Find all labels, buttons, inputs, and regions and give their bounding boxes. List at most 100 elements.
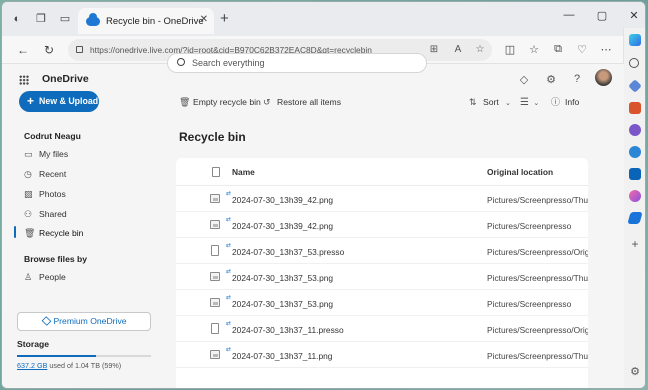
onedrive-cloud-icon (86, 12, 100, 26)
tab-bar: ◐ ❐ ▭ Recycle bin - OneDrive ✕ + — ▢ ✕ (2, 2, 645, 36)
info-button[interactable]: ⓘ Info (551, 95, 579, 109)
app-launcher-icon[interactable] (19, 75, 29, 85)
browse-section-title: Browse files by (24, 254, 88, 264)
storage-title: Storage (17, 339, 49, 349)
sort-label: Sort (483, 97, 499, 107)
search-input[interactable]: Search everything (167, 53, 427, 73)
sync-status-icon: ⇄ (226, 295, 232, 301)
view-options-button[interactable]: ☰ ⌄ (520, 95, 539, 109)
workspaces-icon[interactable]: ❐ (34, 12, 48, 26)
table-row[interactable]: ⇄ 2024-07-30_13h37_53.png Pictures/Screenp… (176, 290, 588, 316)
refresh-icon[interactable]: ↻ (42, 43, 56, 57)
new-upload-button[interactable]: + New & Upload (19, 91, 99, 112)
sidebar-item-label: Recent (39, 169, 67, 179)
list-view-icon: ☰ (520, 97, 529, 108)
sidebar-item-people[interactable]: ♙ People (24, 269, 154, 285)
read-aloud-icon[interactable]: A (452, 44, 464, 55)
original-location: Pictures/Screenpresso/Origin (487, 247, 588, 257)
tab-actions-icon[interactable]: ▭ (58, 12, 72, 26)
drop-icon[interactable] (627, 212, 643, 224)
close-window-button[interactable]: ✕ (624, 9, 644, 22)
file-name: 2024-07-30_13h37_53.png (232, 273, 334, 283)
premium-diamond-icon[interactable]: ◇ (517, 73, 531, 86)
active-indicator (14, 226, 16, 238)
clock-icon: ◷ (24, 169, 32, 179)
user-name: Codrut Neagu (24, 131, 81, 141)
column-header-location[interactable]: Original location (487, 167, 553, 177)
sidebar-item-my-files[interactable]: ▭ My files (24, 146, 154, 162)
storage-progress-bar (17, 355, 151, 357)
table-row[interactable]: ⇄ 2024-07-30_13h37_11.png Pictures/Screenp… (176, 342, 588, 368)
file-name: 2024-07-30_13h37_11.png (232, 351, 333, 361)
sidebar-item-photos[interactable]: ▨ Photos (24, 186, 154, 202)
new-upload-label: New & Upload (39, 96, 99, 106)
restore-icon: ↺ (263, 97, 271, 107)
more-options-icon[interactable]: ⋯ (599, 43, 613, 56)
sidebar-item-recent[interactable]: ◷ Recent (24, 166, 154, 182)
table-row[interactable]: ⇄ 2024-07-30_13h39_42.png Pictures/Screenp… (176, 212, 588, 238)
file-icon (211, 245, 219, 256)
collections-icon[interactable]: ⧉ (551, 43, 565, 56)
file-list: Name Original location ⇄ 2024-07-30_13h39… (176, 158, 588, 388)
games-icon[interactable] (629, 124, 641, 136)
app-available-icon[interactable]: ⊞ (428, 44, 440, 55)
table-row[interactable]: ⇄ 2024-07-30_13h37_53.presso Pictures/Scre… (176, 238, 588, 264)
close-tab-icon[interactable]: ✕ (200, 14, 208, 25)
sidebar-item-label: Shared (39, 209, 67, 219)
tab-recycle-bin[interactable]: Recycle bin - OneDrive ✕ (78, 8, 214, 34)
file-name: 2024-07-30_13h37_11.presso (232, 325, 344, 335)
original-location: Pictures/Screenpresso/Thumb (487, 273, 588, 283)
storage-used-link[interactable]: 637.2 GB (17, 361, 47, 370)
restore-all-button[interactable]: ↺ Restore all items (263, 95, 341, 109)
microsoft365-icon[interactable] (629, 146, 641, 158)
table-row[interactable]: ⇄ 2024-07-30_13h37_11.presso Pictures/Scre… (176, 316, 588, 342)
chevron-down-icon: ⌄ (505, 100, 512, 107)
favorite-star-icon[interactable]: ☆ (474, 44, 486, 55)
maximize-button[interactable]: ▢ (592, 9, 612, 22)
image-file-icon (210, 194, 220, 203)
designer-icon[interactable] (629, 190, 641, 202)
people-icon: ⚇ (24, 209, 33, 219)
table-row[interactable]: ⇄ 2024-07-30_13h39_42.png Pictures/Screenp… (176, 186, 588, 212)
image-file-icon (210, 298, 220, 307)
shopping-icon[interactable] (628, 79, 642, 93)
column-header-name[interactable]: Name (232, 167, 255, 177)
new-tab-button[interactable]: + (220, 10, 229, 27)
copilot-icon[interactable] (629, 34, 641, 46)
sync-status-icon: ⇄ (226, 347, 232, 353)
file-type-icon (212, 167, 220, 177)
sort-button[interactable]: ⇅ Sort ⌄ (469, 95, 511, 109)
restore-all-label: Restore all items (277, 97, 341, 107)
table-row[interactable]: ⇄ 2024-07-30_13h37_53.png Pictures/Screenp… (176, 264, 588, 290)
back-icon[interactable]: ← (16, 43, 30, 57)
sidebar-item-label: People (39, 272, 66, 282)
minimize-button[interactable]: — (559, 9, 579, 21)
avatar[interactable] (595, 69, 612, 86)
brand-name: OneDrive (42, 73, 89, 85)
tools-icon[interactable] (629, 102, 641, 114)
add-sidebar-app-icon[interactable]: + (629, 238, 641, 250)
favorites-icon[interactable]: ☆ (527, 43, 541, 56)
person-icon: ♙ (24, 272, 33, 282)
search-sidebar-icon[interactable] (629, 58, 639, 68)
premium-onedrive-button[interactable]: Premium OneDrive (17, 312, 151, 331)
trash-icon: 🗑 (24, 228, 36, 238)
file-name: 2024-07-30_13h39_42.png (232, 221, 334, 231)
empty-recycle-bin-button[interactable]: 🗑 Empty recycle bin (179, 95, 261, 109)
sidebar-settings-icon[interactable]: ⚙ (629, 366, 641, 378)
settings-gear-icon[interactable]: ⚙ (544, 73, 558, 86)
image-file-icon (210, 272, 220, 281)
list-header: Name Original location (176, 158, 588, 186)
browser-essentials-icon[interactable]: ♡ (575, 43, 589, 56)
storage-total: used of 1.04 TB (59%) (47, 361, 122, 370)
help-icon[interactable]: ? (570, 73, 584, 85)
profile-icon[interactable]: ◐ (10, 12, 24, 26)
diamond-icon (41, 316, 52, 326)
split-screen-icon[interactable]: ◫ (503, 43, 517, 56)
sidebar-item-shared[interactable]: ⚇ Shared (24, 206, 154, 222)
sidebar-item-label: My files (39, 149, 69, 159)
page-title: Recycle bin (179, 130, 246, 144)
outlook-icon[interactable] (629, 168, 641, 180)
sidebar-item-recycle-bin[interactable]: 🗑 Recycle bin (24, 225, 154, 241)
tab-title: Recycle bin - OneDrive (106, 15, 204, 27)
